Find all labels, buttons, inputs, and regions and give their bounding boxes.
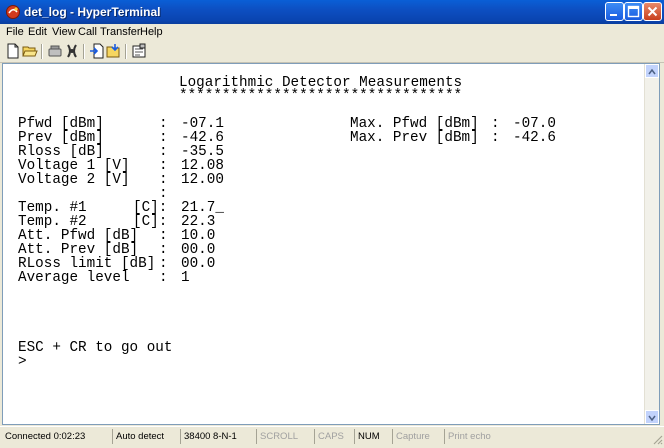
open-icon[interactable] [22, 43, 38, 59]
max-label: Max. Pfwd [dBm] [350, 116, 479, 132]
menu-call[interactable]: Call [78, 24, 97, 40]
resize-grip-icon[interactable] [651, 433, 663, 445]
toolbar [0, 40, 664, 63]
reading-separator: : [159, 116, 168, 132]
toolbar-separator [125, 44, 127, 59]
maximize-button[interactable] [624, 2, 643, 21]
max-separator: : [491, 130, 500, 146]
hyperterminal-app-icon[interactable] [5, 4, 21, 20]
reading-label: Pfwd [dBm] [18, 116, 104, 132]
max-value: -07.0 [513, 116, 556, 132]
command-prompt: > [18, 354, 27, 370]
setting-value: 1 [181, 270, 190, 286]
send-icon[interactable] [89, 43, 105, 59]
hyperterminal-window: det_log - HyperTerminal File Edit View C… [0, 0, 664, 446]
title-bar[interactable]: det_log - HyperTerminal [0, 0, 664, 24]
status-detect: Auto detect [112, 429, 180, 444]
temp-unit: [C]: [133, 200, 168, 216]
reading-separator: : [159, 144, 168, 160]
max-value: -42.6 [513, 130, 556, 146]
setting-separator: : [159, 270, 168, 286]
reading-label: Rloss [dB] [18, 144, 104, 160]
reading-label: Voltage 1 [V] [18, 158, 130, 174]
setting-label: Att. Prev [dB] [18, 242, 139, 258]
close-button[interactable] [643, 2, 662, 21]
reading-value: -42.6 [181, 130, 224, 146]
max-label: Max. Prev [dBm] [350, 130, 479, 146]
menu-help[interactable]: Help [140, 24, 163, 40]
reading-value: -07.1 [181, 116, 224, 132]
setting-separator: : [159, 256, 168, 272]
menu-transfer[interactable]: Transfer [100, 24, 141, 40]
terminal-frame: Logarithmic Detector Measurements ******… [2, 63, 660, 425]
minimize-button[interactable] [605, 2, 624, 21]
reading-label: Prev [dBm] [18, 130, 104, 146]
temp-value: 21.7_ [181, 200, 224, 216]
scroll-up-button[interactable] [645, 64, 659, 78]
setting-label: Att. Pfwd [dB] [18, 228, 139, 244]
status-capture: Capture [392, 429, 444, 444]
temp-label: Temp. #1 [18, 200, 87, 216]
setting-value: 00.0 [181, 242, 216, 258]
temp-value: 22.3 [181, 214, 216, 230]
status-print-echo: Print echo [444, 429, 650, 444]
exit-hint: ESC + CR to go out [18, 340, 173, 356]
temp-unit: [C]: [133, 214, 168, 230]
setting-separator: : [159, 242, 168, 258]
status-bar: Connected 0:02:23 Auto detect 38400 8-N-… [0, 426, 664, 446]
vertical-scrollbar[interactable] [644, 64, 659, 424]
reading-value: 12.08 [181, 158, 224, 174]
toolbar-separator [41, 44, 43, 59]
max-separator: : [491, 116, 500, 132]
setting-label: Average level [18, 270, 130, 286]
setting-value: 00.0 [181, 256, 216, 272]
toolbar-separator [83, 44, 85, 59]
menu-view[interactable]: View [52, 24, 76, 40]
hangup-icon[interactable] [64, 43, 80, 59]
reading-value: 12.00 [181, 172, 224, 188]
temp-label: Temp. #2 [18, 214, 87, 230]
status-port: 38400 8-N-1 [180, 429, 256, 444]
reading-separator: : [159, 130, 168, 146]
status-scroll: SCROLL [256, 429, 314, 444]
new-icon[interactable] [5, 43, 21, 59]
terminal-header-rule: ********************************* [179, 88, 463, 104]
reading-label: Voltage 2 [V] [18, 172, 130, 188]
status-num: NUM [354, 429, 392, 444]
receive-icon[interactable] [106, 43, 122, 59]
scroll-down-button[interactable] [645, 410, 659, 424]
status-caps: CAPS [314, 429, 354, 444]
scrollbar-track[interactable] [645, 78, 659, 410]
reading-separator: : [159, 158, 168, 174]
status-connected: Connected 0:02:23 [5, 431, 86, 442]
reading-separator: : [159, 172, 168, 188]
terminal-screen[interactable]: Logarithmic Detector Measurements ******… [3, 64, 647, 424]
reading-value: -35.5 [181, 144, 224, 160]
reading-separator: : [159, 186, 168, 202]
properties-icon[interactable] [131, 43, 147, 59]
menu-edit[interactable]: Edit [28, 24, 47, 40]
setting-label: RLoss limit [dB] [18, 256, 156, 272]
setting-separator: : [159, 228, 168, 244]
window-title: det_log - HyperTerminal [24, 5, 161, 19]
menu-bar: File Edit View Call Transfer Help [0, 24, 664, 40]
call-icon[interactable] [47, 43, 63, 59]
setting-value: 10.0 [181, 228, 216, 244]
menu-file[interactable]: File [6, 24, 24, 40]
